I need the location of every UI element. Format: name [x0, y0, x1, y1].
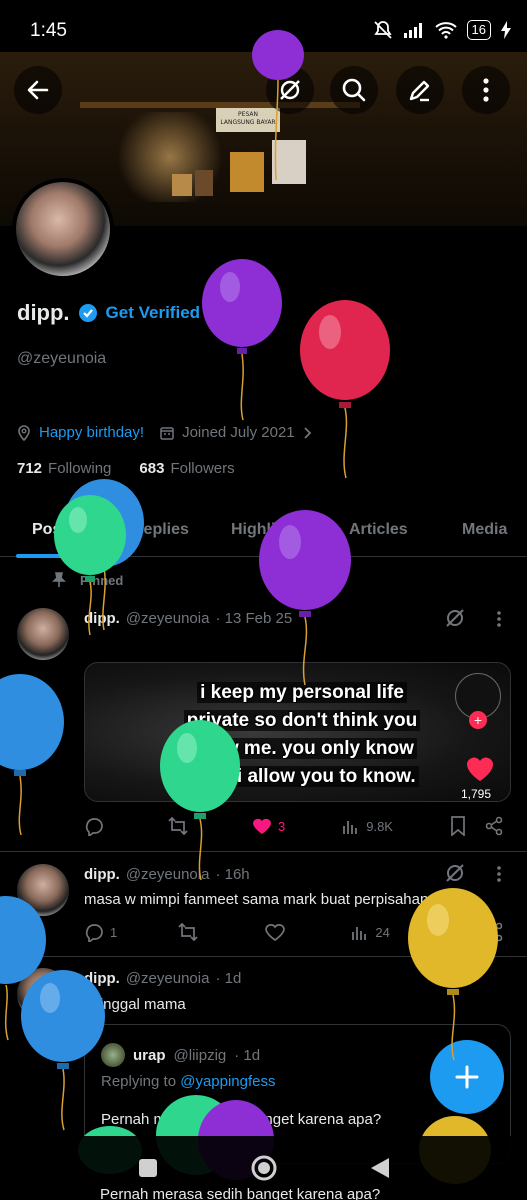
peek-quoted-text: Pernah merasa sedih banget karena apa? — [100, 1186, 381, 1200]
recents-icon[interactable] — [138, 1158, 158, 1178]
home-icon[interactable] — [250, 1154, 278, 1182]
balloon — [21, 970, 105, 1131]
balloon — [300, 300, 390, 479]
balloon — [160, 720, 240, 881]
balloon — [259, 510, 351, 686]
balloon — [408, 888, 498, 1061]
balloon — [252, 30, 304, 181]
birthday-balloons-overlay — [0, 30, 498, 1184]
balloon — [202, 259, 282, 421]
back-triangle-icon[interactable] — [370, 1157, 390, 1179]
balloon — [0, 674, 64, 836]
